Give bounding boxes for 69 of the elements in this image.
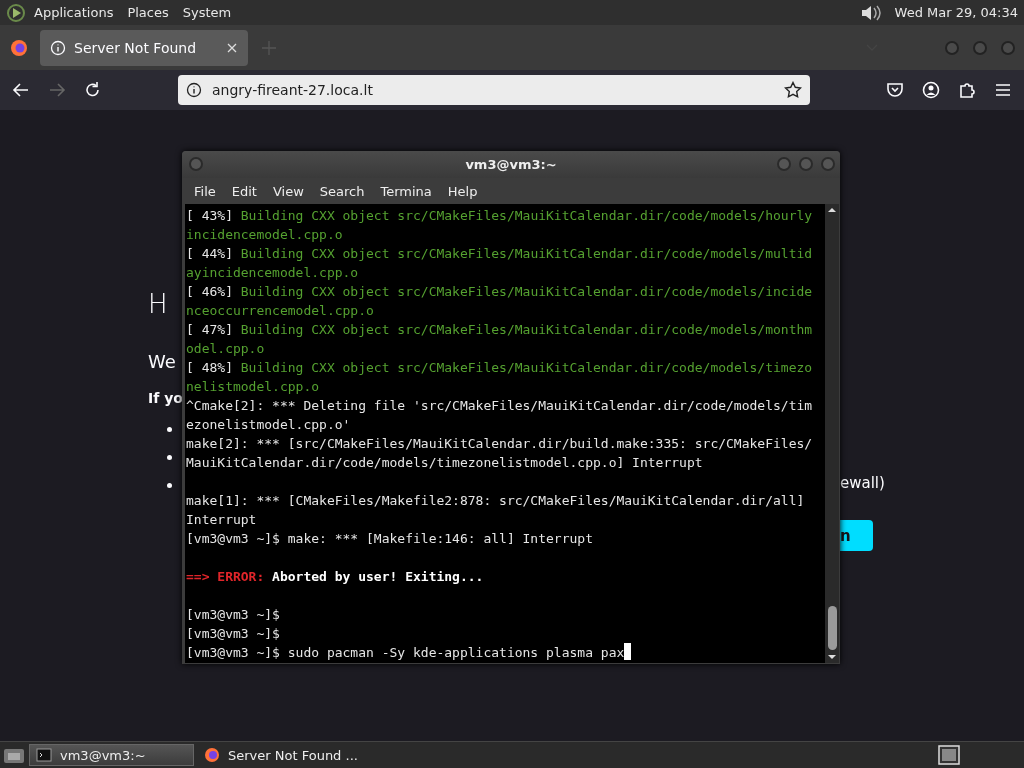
address-bar[interactable]: angry-fireant-27.loca.lt — [178, 75, 810, 105]
menu-icon[interactable] — [994, 81, 1012, 99]
build-output: incidencemodel.cpp.o — [186, 227, 343, 242]
scroll-down-icon[interactable] — [827, 654, 837, 661]
terminal-text: [ 48%] — [186, 360, 234, 375]
terminal-text: make[2]: *** [src/CMakeFiles/MauiKitCalendar.dir/build.make:335: src/CMakeFiles/ — [186, 436, 813, 451]
terminal-text: [ 44%] — [186, 246, 234, 261]
build-output: nceoccurrencemodel.cpp.o — [186, 303, 374, 318]
panel-menu[interactable]: Places — [127, 5, 169, 20]
menu-item[interactable]: Search — [311, 183, 373, 199]
bullet-dot — [167, 482, 172, 488]
build-output: Building CXX object src/CMakeFiles/MauiKitCalendar.dir/code/models/multid — [240, 246, 813, 261]
terminal-text: [vm3@vm3 ~]$ — [186, 607, 280, 622]
build-output: Building CXX object src/CMakeFiles/MauiKitCalendar.dir/code/models/timezo — [240, 360, 813, 375]
back-icon[interactable] — [12, 81, 30, 99]
build-output: odel.cpp.o — [186, 341, 265, 356]
bullet-text: ewall) — [840, 474, 885, 492]
puzzle-icon[interactable] — [958, 81, 976, 99]
taskbar-button[interactable]: vm3@vm3:~ — [29, 744, 194, 766]
account-icon[interactable] — [922, 81, 940, 99]
terminal-text: MauiKitCalendar.dir/code/models/timezonelistmodel.cpp.o] Interrupt — [186, 455, 703, 470]
scrollbar-thumb[interactable] — [827, 606, 837, 650]
menu-item[interactable]: Termina — [372, 183, 440, 199]
terminal-text: Interrupt — [186, 512, 257, 527]
distro-logo-icon[interactable] — [6, 2, 26, 23]
build-output: Building CXX object src/CMakeFiles/MauiKitCalendar.dir/code/models/hourly — [240, 208, 813, 223]
terminal-icon — [36, 747, 52, 763]
error-label: ==> ERROR: — [186, 569, 265, 584]
info-icon — [50, 39, 66, 56]
menu-item[interactable]: File — [186, 183, 224, 199]
panel-menu[interactable]: System — [182, 5, 232, 20]
terminal-text: [vm3@vm3 ~]$ sudo pacman -Sy kde-applications plasma pax — [186, 645, 625, 660]
scroll-up-icon[interactable] — [827, 206, 837, 213]
terminal-text: ezonelistmodel.cpp.o' — [186, 417, 351, 432]
terminal-text: [vm3@vm3 ~]$ — [186, 626, 280, 641]
build-output: nelistmodel.cpp.o — [186, 379, 320, 394]
info-icon[interactable] — [186, 82, 202, 98]
scrollbar[interactable] — [825, 204, 839, 663]
close-icon[interactable] — [226, 41, 238, 54]
menu-item[interactable]: Edit — [223, 183, 265, 199]
terminal-text: [ 43%] — [186, 208, 234, 223]
page-subheading: If yo — [148, 390, 182, 406]
menu-item[interactable]: Help — [439, 183, 486, 199]
build-output: Building CXX object src/CMakeFiles/MauiKitCalendar.dir/code/models/incide — [240, 284, 813, 299]
pocket-icon[interactable] — [886, 81, 904, 99]
browser-tab[interactable]: Server Not Found — [40, 29, 248, 66]
bullet-dot — [167, 426, 172, 432]
build-output: Building CXX object src/CMakeFiles/MauiKitCalendar.dir/code/models/monthm — [240, 322, 813, 337]
terminal-text: [ 47%] — [186, 322, 234, 337]
error-message: Aborted by user! Exiting... — [271, 569, 484, 584]
clock[interactable]: Wed Mar 29, 04:34 — [894, 5, 1018, 20]
firefox-logo-icon[interactable] — [10, 38, 28, 57]
try-again-button[interactable]: n — [840, 520, 873, 551]
terminal-text: ^Cmake[2]: *** Deleting file 'src/CMakeFiles/MauiKitCalendar.dir/code/models/tim — [186, 398, 813, 413]
terminal-text: [vm3@vm3 ~]$ make: *** [Makefile:146: all] Interrupt — [186, 531, 593, 546]
bullet-dot — [167, 454, 172, 460]
workspace-switcher-icon[interactable] — [938, 745, 960, 765]
terminal-text: [ 46%] — [186, 284, 234, 299]
taskbar-button[interactable]: Server Not Found ... — [198, 744, 363, 766]
window-title: vm3@vm3:~ — [465, 157, 557, 172]
bookmark-star-icon[interactable] — [784, 81, 802, 99]
firefox-logo-icon — [204, 747, 220, 763]
reload-icon[interactable] — [84, 81, 102, 99]
page-heading: H — [148, 288, 169, 320]
page-intro: We — [148, 350, 177, 374]
panel-menu[interactable]: Applications — [34, 5, 114, 20]
menu-item[interactable]: View — [264, 183, 312, 199]
terminal-text: make[1]: *** [CMakeFiles/Makefile2:878: src/CMakeFiles/MauiKitCalendar.dir/all] — [186, 493, 805, 508]
build-output: ayincidencemodel.cpp.o — [186, 265, 359, 280]
